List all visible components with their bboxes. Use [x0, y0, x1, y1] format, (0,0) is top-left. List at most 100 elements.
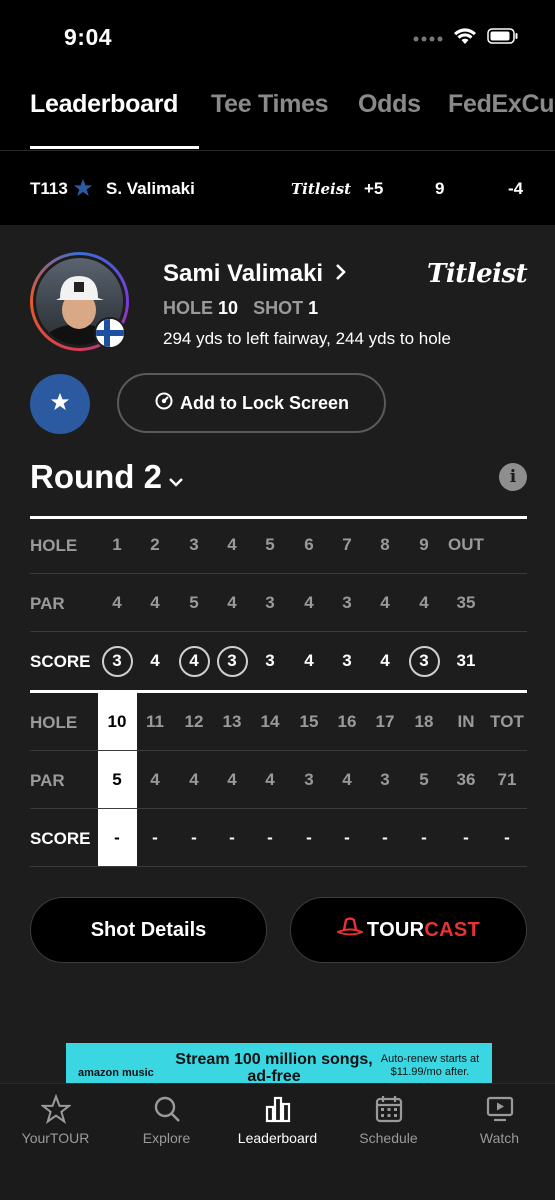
front-par-row: PAR 4 4 5 4 3 4 3 4 4 35: [30, 574, 527, 632]
star-icon: [50, 392, 70, 416]
score-cell: 36: [446, 751, 486, 809]
cell-value: 4: [112, 593, 122, 612]
status-icons: [413, 27, 519, 50]
birdie-circle: 3: [408, 645, 440, 677]
nav-label-yourtour: YourTOUR: [21, 1130, 90, 1146]
hole-number: 10: [218, 298, 239, 318]
player-name-link[interactable]: Sami Valimaki: [163, 260, 348, 288]
score-cell: -: [446, 809, 486, 867]
round-selector[interactable]: Round 2: [30, 458, 184, 496]
tourcast-label-a: TOUR: [366, 918, 425, 941]
back-par-row: PAR 5 4 4 4 4 3 4 3 5 36 71: [30, 751, 527, 809]
score-cell: -: [487, 809, 527, 867]
tab-odds[interactable]: Odds: [358, 90, 421, 119]
cell-value: 2: [150, 535, 160, 554]
ad-fine-print: Auto-renew starts at $11.99/mo after.: [380, 1053, 480, 1078]
cell-value: 17: [375, 712, 395, 731]
score-cell: 17: [365, 693, 405, 751]
ad-banner[interactable]: amazon music Stream 100 million songs, a…: [66, 1043, 492, 1083]
nav-explore[interactable]: Explore: [111, 1094, 222, 1146]
wifi-icon: [453, 27, 477, 50]
nav-yourtour[interactable]: YourTOUR: [0, 1094, 111, 1146]
cell-value: 5: [112, 770, 122, 789]
cell-value: 4: [150, 770, 160, 789]
front-par-label: PAR: [30, 594, 65, 613]
cellular-icon: [413, 30, 443, 48]
cell-value: 8: [380, 535, 390, 554]
cell-value: 3: [342, 593, 352, 612]
shot-details-button[interactable]: Shot Details: [30, 897, 267, 963]
score-cell: 3: [327, 574, 367, 632]
active-tab-indicator: [30, 146, 199, 149]
info-icon[interactable]: i: [499, 463, 527, 491]
score-cell: -: [212, 809, 252, 867]
thru: 9: [435, 179, 445, 198]
score-cell: TOT: [487, 693, 527, 751]
score-cell: 4: [404, 574, 444, 632]
back-hole-label: HOLE: [30, 713, 78, 732]
cell-value: 5: [189, 593, 199, 612]
score-cell: 3: [212, 632, 252, 690]
score-cell: 4: [174, 751, 214, 809]
cell-value: 4: [227, 593, 237, 612]
score-cell: 5: [174, 574, 214, 632]
score-cell: 4: [289, 632, 329, 690]
nav-watch[interactable]: Watch: [444, 1094, 555, 1146]
score-cell: -: [404, 809, 444, 867]
tab-leaderboard[interactable]: Leaderboard: [30, 90, 178, 119]
tv-icon: [444, 1094, 555, 1124]
score-cell: 5: [98, 751, 137, 809]
add-to-lock-screen-button[interactable]: Add to Lock Screen: [117, 373, 386, 433]
cell-value: -: [152, 828, 158, 847]
score-cell: 5: [250, 516, 290, 574]
search-icon: [111, 1094, 222, 1124]
cell-value: 4: [265, 770, 275, 789]
score-cell: -: [174, 809, 214, 867]
score-cell: 8: [365, 516, 405, 574]
favorite-button[interactable]: [30, 374, 90, 434]
score-cell: 4: [365, 574, 405, 632]
hole-label: HOLE: [163, 298, 214, 318]
cell-value: -: [306, 828, 312, 847]
tourcast-button[interactable]: TOUR CAST: [290, 897, 527, 963]
nav-schedule[interactable]: Schedule: [333, 1094, 444, 1146]
cell-value: -: [344, 828, 350, 847]
cell-value: TOT: [490, 712, 524, 731]
back-par-label: PAR: [30, 771, 65, 790]
back-hole-row: HOLE 10 11 12 13 14 15 16 17 18 IN TOT: [30, 693, 527, 751]
nav-leaderboard[interactable]: Leaderboard: [222, 1094, 333, 1146]
cell-value: 11: [146, 712, 164, 731]
player-short-name: S. Valimaki: [106, 179, 195, 198]
score-cell: 3: [404, 632, 444, 690]
lock-screen-label: Add to Lock Screen: [179, 392, 350, 413]
front-hole-label: HOLE: [30, 536, 78, 555]
score-cell: 35: [446, 574, 486, 632]
cell-value: 4: [342, 770, 352, 789]
bottom-navigation: YourTOUR Explore Leaderboard Schedule Wa…: [0, 1083, 555, 1200]
cell-value: 14: [260, 712, 280, 731]
tab-tee-times[interactable]: Tee Times: [211, 90, 329, 119]
nav-label-watch: Watch: [479, 1130, 520, 1146]
nav-label-schedule: Schedule: [359, 1130, 418, 1146]
cell-value: 35: [456, 593, 476, 612]
calendar-icon: [333, 1094, 444, 1124]
score-cell: 7: [327, 516, 367, 574]
score-cell: 71: [487, 751, 527, 809]
score-cell: 11: [135, 693, 175, 751]
leaderboard-row[interactable]: T113 S. Valimaki Titleist +5 9 -4: [0, 151, 555, 225]
lock-screen-icon: [154, 391, 174, 416]
cell-value: 10: [107, 712, 127, 731]
score-cell: 3: [289, 751, 329, 809]
cell-value: 3: [342, 651, 352, 670]
score-cell: OUT: [446, 516, 486, 574]
finland-flag-icon: [94, 317, 126, 349]
score-cell: 12: [174, 693, 214, 751]
favorite-star-icon: [73, 178, 93, 202]
score-cell: 10: [98, 693, 137, 751]
cell-value: -: [229, 828, 235, 847]
battery-icon: [487, 28, 519, 49]
tab-fedexcup[interactable]: FedExCu: [448, 90, 555, 119]
star-outline-icon: [0, 1094, 111, 1124]
cell-value: -: [421, 828, 427, 847]
back-score-label: SCORE: [30, 829, 91, 848]
